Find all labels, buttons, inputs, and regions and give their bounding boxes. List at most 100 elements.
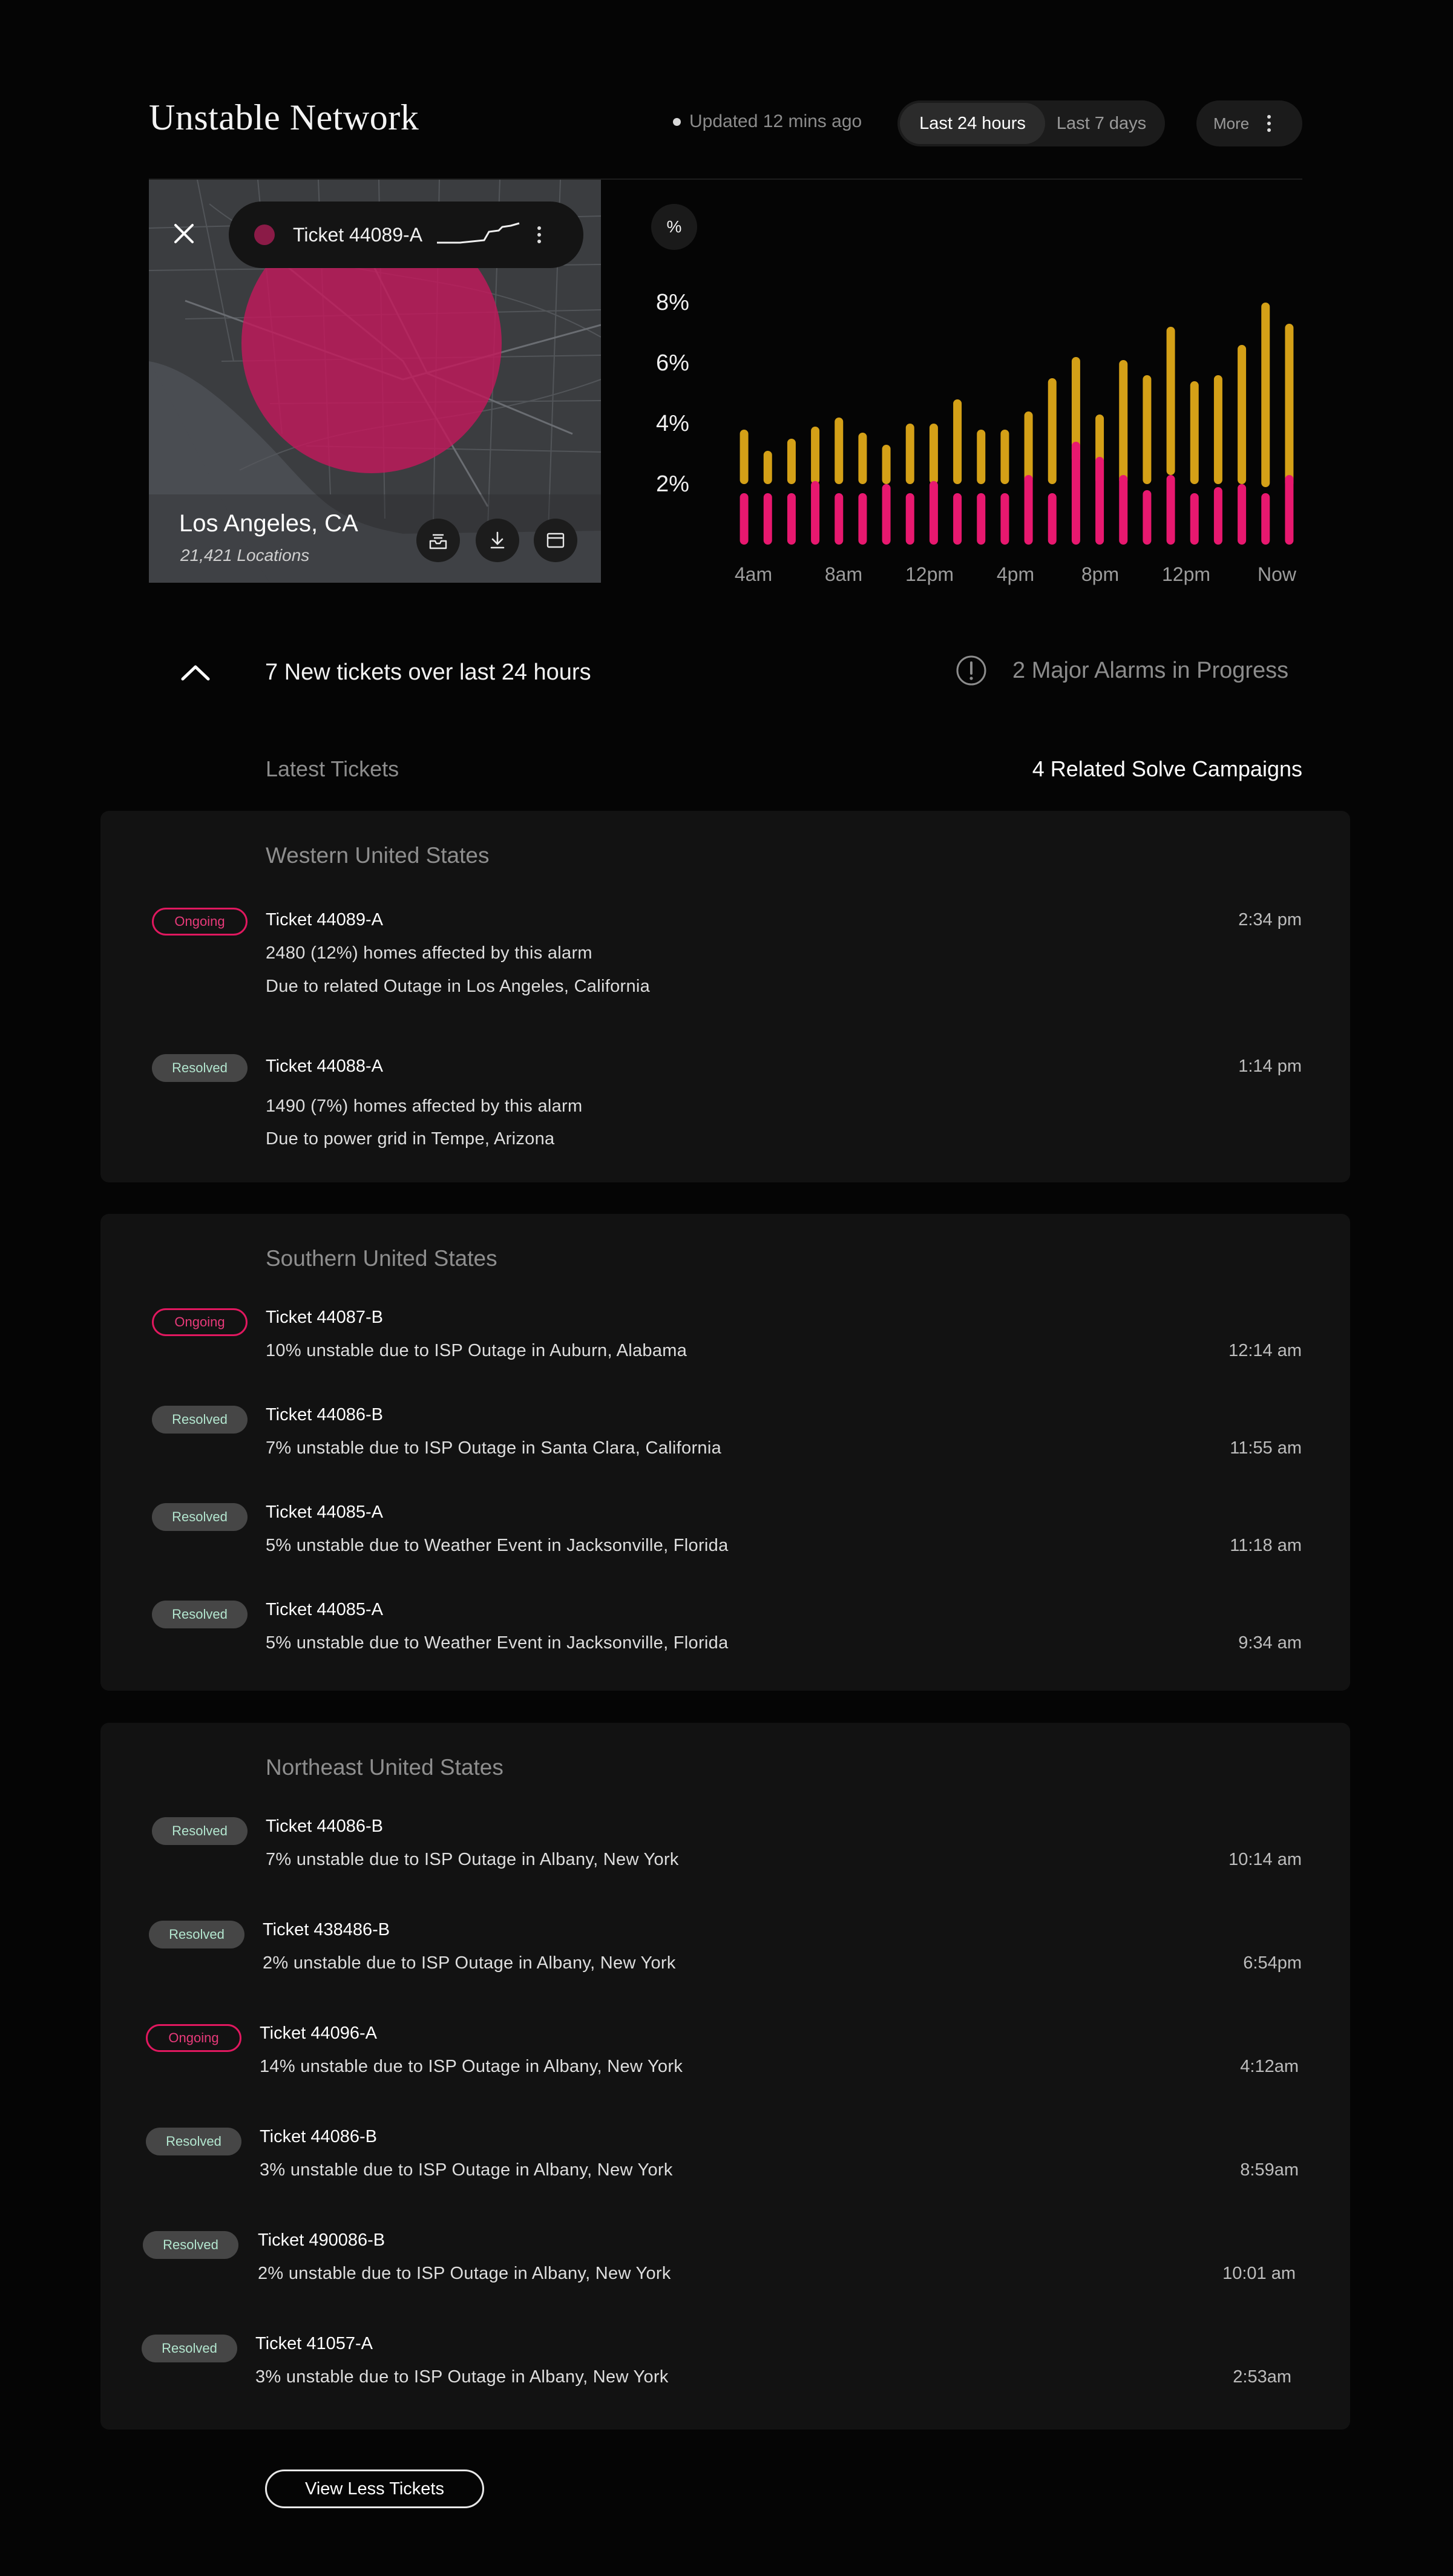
ticket-detail: 2480 (12%) homes affected by this alarm xyxy=(266,943,592,963)
bar-pink[interactable] xyxy=(787,493,796,545)
ticket-title: Ticket 44096-A xyxy=(260,2024,377,2043)
y-tick-label: 6% xyxy=(656,350,689,376)
bar-pink[interactable] xyxy=(858,493,867,545)
major-alarms-text[interactable]: 2 Major Alarms in Progress xyxy=(1012,658,1288,684)
range-7d-button[interactable]: Last 7 days xyxy=(1045,103,1158,144)
bar-gold[interactable] xyxy=(1048,378,1057,484)
ticket-detail: 3% unstable due to ISP Outage in Albany,… xyxy=(260,2160,673,2180)
ticket-time: 2:53am xyxy=(1233,2367,1291,2387)
ticket-detail: 1490 (7%) homes affected by this alarm xyxy=(266,1096,583,1116)
bar-pink[interactable] xyxy=(740,493,749,545)
bar-pink[interactable] xyxy=(1000,493,1009,545)
bar-pink[interactable] xyxy=(1166,475,1175,545)
archive-button[interactable] xyxy=(534,519,577,562)
bar-gold[interactable] xyxy=(811,427,820,484)
status-badge-resolved: Resolved xyxy=(152,1503,248,1531)
bar-gold[interactable] xyxy=(740,430,749,484)
map-ticket-pill[interactable]: Ticket 44089-A xyxy=(229,202,583,268)
ticket-time: 11:55 am xyxy=(1230,1438,1302,1458)
bar-gold[interactable] xyxy=(858,433,867,484)
download-button[interactable] xyxy=(476,519,519,562)
x-tick-label: 12pm xyxy=(1162,563,1210,585)
inbox-icon xyxy=(429,534,447,549)
ticket-title: Ticket 44085-A xyxy=(266,1503,383,1522)
bar-gold[interactable] xyxy=(929,424,938,484)
bar-gold[interactable] xyxy=(1238,345,1247,484)
bar-pink[interactable] xyxy=(1048,493,1057,545)
page-title: Unstable Network xyxy=(149,97,419,137)
view-less-tickets-button[interactable]: View Less Tickets xyxy=(265,2469,484,2508)
bar-pink[interactable] xyxy=(1285,475,1294,545)
bar-pink[interactable] xyxy=(811,481,820,545)
bar-gold[interactable] xyxy=(1261,303,1270,487)
bar-pink[interactable] xyxy=(1190,493,1199,545)
bar-pink[interactable] xyxy=(929,481,938,545)
ticket-menu-icon[interactable] xyxy=(537,226,542,243)
ticket-detail: 3% unstable due to ISP Outage in Albany,… xyxy=(255,2367,669,2387)
ticket-marker-icon xyxy=(254,224,275,245)
region-card-northeast: Northeast United States Resolved Ticket … xyxy=(100,1723,1350,2430)
bar-gold[interactable] xyxy=(763,451,772,484)
bar-gold[interactable] xyxy=(905,424,914,484)
ticket-detail: Due to power grid in Tempe, Arizona xyxy=(266,1129,555,1149)
ticket-detail: 5% unstable due to Weather Event in Jack… xyxy=(266,1536,729,1555)
ticket-time: 10:01 am xyxy=(1222,2264,1296,2283)
bar-pink[interactable] xyxy=(1071,442,1080,545)
ticket-title: Ticket 44088-A xyxy=(266,1057,383,1076)
bar-gold[interactable] xyxy=(1166,327,1175,475)
updated-status: Updated 12 mins ago xyxy=(673,111,862,132)
ticket-title: Ticket 44086-B xyxy=(260,2127,377,2146)
new-tickets-summary: 7 New tickets over last 24 hours xyxy=(265,660,591,685)
bar-gold[interactable] xyxy=(1000,430,1009,484)
more-label: More xyxy=(1213,114,1250,133)
x-tick-label: 4pm xyxy=(997,563,1034,585)
bar-pink[interactable] xyxy=(882,484,891,545)
bar-pink[interactable] xyxy=(835,493,844,545)
region-card-western: Western United States Ongoing Ticket 440… xyxy=(100,811,1350,1182)
bar-pink[interactable] xyxy=(977,493,986,545)
bar-pink[interactable] xyxy=(1095,457,1104,545)
more-button[interactable]: More xyxy=(1196,100,1302,146)
bar-gold[interactable] xyxy=(882,445,891,484)
status-badge-ongoing: Ongoing xyxy=(152,1308,248,1336)
bar-gold[interactable] xyxy=(1024,411,1033,484)
bar-pink[interactable] xyxy=(1024,475,1033,545)
bar-pink[interactable] xyxy=(763,493,772,545)
kebab-icon xyxy=(1267,115,1271,132)
bar-pink[interactable] xyxy=(1238,484,1247,545)
bar-gold[interactable] xyxy=(835,418,844,484)
bar-gold[interactable] xyxy=(787,439,796,484)
bar-pink[interactable] xyxy=(1261,493,1270,545)
x-tick-label: 8pm xyxy=(1081,563,1119,585)
range-24h-button[interactable]: Last 24 hours xyxy=(900,103,1045,144)
bar-pink[interactable] xyxy=(1143,490,1152,545)
archive-icon xyxy=(546,533,565,548)
ticket-title: Ticket 44087-B xyxy=(266,1308,383,1327)
map-ticket-label: Ticket 44089-A xyxy=(293,223,423,246)
bar-gold[interactable] xyxy=(1143,375,1152,484)
bar-gold[interactable] xyxy=(1213,375,1222,484)
bar-gold[interactable] xyxy=(1285,324,1294,487)
x-tick-label: 8am xyxy=(825,563,862,585)
bar-gold[interactable] xyxy=(1119,360,1128,484)
inbox-button[interactable] xyxy=(416,519,460,562)
bar-gold[interactable] xyxy=(977,430,986,484)
ticket-time: 6:54pm xyxy=(1243,1953,1302,1973)
close-icon[interactable] xyxy=(172,221,196,246)
x-tick-label: 4am xyxy=(735,563,772,585)
region-title: Western United States xyxy=(266,843,490,868)
status-badge-resolved: Resolved xyxy=(152,1054,248,1082)
bar-pink[interactable] xyxy=(905,493,914,545)
status-badge-resolved: Resolved xyxy=(142,2335,237,2362)
bar-pink[interactable] xyxy=(1119,475,1128,545)
map-city: Los Angeles, CA xyxy=(179,510,358,537)
bar-gold[interactable] xyxy=(1190,381,1199,484)
ticket-title: Ticket 438486-B xyxy=(263,1920,390,1939)
chart-unit-badge: % xyxy=(651,204,697,250)
chevron-up-icon[interactable] xyxy=(180,663,211,681)
related-campaigns-link[interactable]: 4 Related Solve Campaigns xyxy=(1032,756,1302,782)
bar-pink[interactable] xyxy=(953,493,962,545)
bar-gold[interactable] xyxy=(953,399,962,484)
bar-pink[interactable] xyxy=(1213,487,1222,545)
download-icon xyxy=(490,531,505,549)
